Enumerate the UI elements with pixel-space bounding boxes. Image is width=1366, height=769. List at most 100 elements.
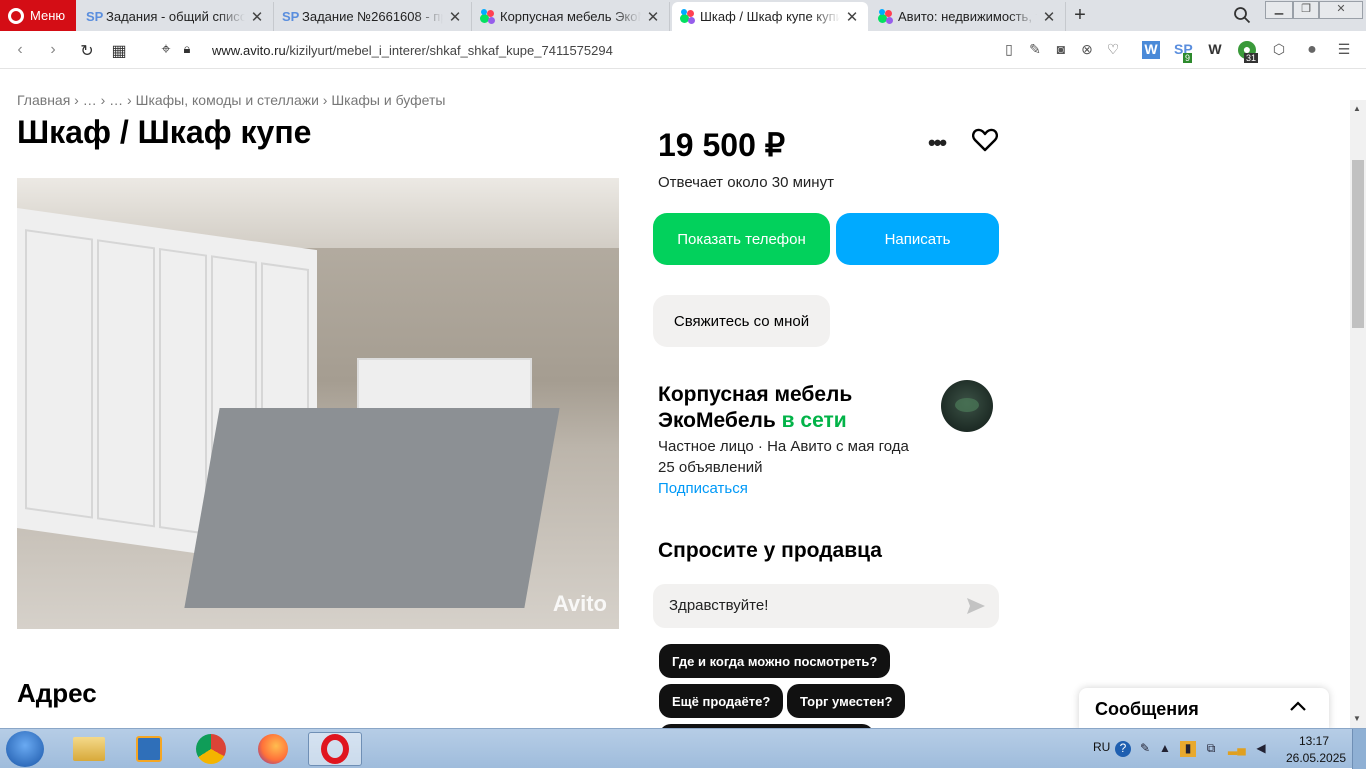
tab-seller-page[interactable]: Корпусная мебель ЭкоМе ✕ [472,2,670,31]
address-heading: Адрес [17,678,97,708]
help-icon[interactable]: ? [1115,741,1131,757]
breadcrumb[interactable]: Главная › … › … › Шкафы, комоды и стелла… [17,92,445,108]
scrollbar-thumb[interactable] [1352,160,1364,328]
media-player-icon[interactable] [122,732,176,766]
signal-bars-icon[interactable]: ▂▄ [1228,741,1246,757]
tab-label: Корпусная мебель ЭкоМе [500,9,641,24]
online-status: в сети [781,409,847,432]
show-desktop-button[interactable] [1352,729,1366,769]
quick-question-chip[interactable]: Торг уместен? [787,684,906,718]
url-field[interactable]: www.avito.ru/kizilyurt/mebel_i_interer/s… [212,43,613,58]
start-button[interactable] [6,731,44,767]
camera-icon[interactable]: ◙ [1052,41,1070,59]
seller-avatar[interactable] [941,380,993,432]
quick-question-chip[interactable]: Где и когда можно посмотреть? [659,644,891,678]
tab-search-icon[interactable] [1233,6,1251,24]
tab-label: Авито: недвижимость, тра [898,9,1037,24]
messages-label: Сообщения [1095,699,1199,719]
write-message-button[interactable]: Написать [836,213,999,265]
minimize-window-icon[interactable]: ▁ [1265,1,1293,19]
avito-icon [878,8,894,25]
sp-icon: SP [282,8,300,24]
language-indicator[interactable]: RU [1093,740,1110,754]
opera-logo-icon [8,7,24,24]
avito-watermark: Avito [552,591,607,616]
quick-question-chip[interactable]: Ещё продаёте? [659,684,784,718]
word-extension-icon[interactable]: W [1142,41,1160,59]
tab-label: Задание №2661608 - прос [302,9,443,24]
clock-time: 13:17 [1299,734,1330,748]
back-arrow-icon[interactable]: ‹ [11,41,29,59]
contact-me-button[interactable]: Свяжитесь со мной [653,295,830,347]
scroll-down-icon[interactable]: ▼ [1353,714,1361,723]
padlock-icon[interactable]: 🔒︎ [178,41,196,57]
close-tab-icon[interactable]: ✕ [447,8,463,26]
chrome-icon[interactable] [184,732,238,766]
seller-name[interactable]: Корпусная мебель ЭкоМебель в сети [658,382,928,434]
seller-ads-count[interactable]: 25 объявлений [658,457,909,478]
browser-tab-strip: Меню SP Задания - общий список s ✕ SP За… [0,0,1366,31]
avito-icon [480,8,496,25]
photo-bed [184,408,560,608]
sp-icon: SP [86,8,104,24]
tab-task-2661608[interactable]: SP Задание №2661608 - прос ✕ [274,2,472,31]
cube-extension-icon[interactable]: ⬡ [1270,41,1288,59]
price: 19 500 ₽ [658,127,786,163]
tab-label: Шкаф / Шкаф купе купить [700,9,840,24]
pen-tray-icon[interactable]: ✎ [1137,741,1153,757]
volume-icon[interactable]: ◀ [1253,741,1269,757]
firefox-icon[interactable] [246,732,300,766]
show-hidden-icons-icon[interactable]: ▲ [1157,741,1173,757]
ask-message-input[interactable]: Здравствуйте! [653,584,999,628]
new-tab-plus-icon[interactable]: + [1070,4,1090,27]
windows-taskbar: RU ? ✎ ▲ ▮ ⧉ ▂▄ ◀ 13:17 26.05.2025 [0,728,1366,769]
favorite-heart-icon[interactable] [972,128,998,152]
chevron-up-icon[interactable] [1289,700,1307,712]
page-title: Шкаф / Шкаф купе [17,114,312,150]
messages-panel[interactable]: Сообщения [1079,688,1329,728]
close-tab-icon[interactable]: ✕ [844,8,860,26]
avito-icon [680,8,696,25]
ask-seller-heading: Спросите у продавца [658,539,882,562]
page-scrollbar[interactable]: ▲ ▼ [1350,100,1366,728]
more-options-icon[interactable]: ••• [928,130,947,156]
profile-avatar-icon[interactable]: ● [1303,41,1321,59]
bookmark-heart-icon[interactable]: ♡ [1104,41,1122,59]
address-bar: ‹ › ↻ ▦ ⌖ 🔒︎ www.avito.ru/kizilyurt/mebe… [0,31,1366,69]
avito-listing-page: Главная › … › … › Шкафы, комоды и стелла… [0,70,1350,728]
notification-flag-icon[interactable]: ▮ [1180,741,1196,757]
url-host: www.avito.ru [212,43,286,58]
subscribe-link[interactable]: Подписаться [658,480,748,497]
w-extension-icon[interactable]: W [1206,41,1224,59]
close-tab-icon[interactable]: ✕ [645,8,661,26]
restore-window-icon[interactable]: ❐ [1293,1,1319,19]
seller-meta-since: Частное лицо · На Авито с мая года [658,438,909,455]
close-tab-icon[interactable]: ✕ [249,8,265,26]
adblock-shield-icon[interactable]: ⊗ [1078,41,1096,59]
show-phone-button[interactable]: Показать телефон [653,213,830,265]
scroll-up-icon[interactable]: ▲ [1353,104,1361,113]
explorer-icon[interactable] [62,732,116,766]
network-adapter-icon[interactable]: ⧉ [1203,741,1219,757]
close-tab-icon[interactable]: ✕ [1041,8,1057,26]
listing-photo[interactable]: Avito [17,178,619,629]
send-arrow-icon[interactable] [966,597,986,615]
sp-badge: 9 [1183,53,1193,63]
tab-wardrobe-active[interactable]: Шкаф / Шкаф купе купить ✕ [672,2,868,31]
edit-snapshot-icon[interactable]: ✎ [1026,41,1044,59]
close-window-icon[interactable]: ✕ [1319,1,1363,19]
easy-setup-icon[interactable]: ☰ [1335,41,1353,59]
url-path: /kizilyurt/mebel_i_interer/shkaf_shkaf_k… [285,43,613,58]
forward-arrow-icon[interactable]: › [44,41,62,59]
location-pin-icon[interactable]: ⌖ [157,41,175,59]
reload-icon[interactable]: ↻ [78,41,96,61]
calendar-badge: 31 [1244,53,1259,63]
opera-menu-button[interactable]: Меню [0,0,76,31]
speed-dial-grid-icon[interactable]: ▦ [110,41,128,61]
tab-avito-home[interactable]: Авито: недвижимость, тра ✕ [870,2,1066,31]
opera-taskbar-icon[interactable] [308,732,362,766]
tab-tasks-list[interactable]: SP Задания - общий список s ✕ [78,2,274,31]
seller-meta: Частное лицо · На Авито с мая года 25 об… [658,436,909,478]
reader-mode-icon[interactable]: ▯ [1000,41,1018,59]
tab-label: Задания - общий список s [106,9,245,24]
